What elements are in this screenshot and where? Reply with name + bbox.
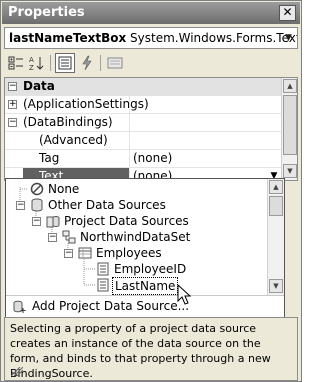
collapse-icon[interactable]: −: [48, 233, 57, 242]
object-name: lastNameTextBox: [9, 31, 127, 45]
collapse-icon[interactable]: −: [32, 217, 41, 226]
properties-icon: [58, 56, 72, 70]
tree-item-label: None: [48, 182, 80, 196]
alphabetical-button[interactable]: AZ: [27, 53, 47, 73]
property-value: [129, 114, 133, 131]
field-icon: [97, 262, 109, 276]
scroll-thumb[interactable]: [283, 95, 297, 155]
collapse-icon[interactable]: −: [8, 82, 17, 91]
svg-text:A: A: [29, 56, 34, 64]
properties-button[interactable]: [55, 53, 75, 73]
alphabetical-icon: AZ: [29, 56, 44, 72]
datasource-icon: [31, 198, 43, 212]
events-button[interactable]: [77, 53, 97, 73]
description-panel: Selecting a property of a project data s…: [4, 317, 298, 381]
categorized-button[interactable]: [6, 53, 26, 73]
collapse-icon[interactable]: −: [64, 249, 73, 258]
events-icon: [82, 55, 92, 71]
add-datasource-icon: [13, 300, 26, 313]
tree-item-other-data-sources[interactable]: − Other Data Sources: [6, 197, 256, 213]
tree-item-project-data-sources[interactable]: − Project Data Sources: [6, 213, 256, 229]
scroll-up-icon[interactable]: ▲: [269, 180, 283, 194]
property-value: [129, 96, 133, 113]
scroll-down-icon[interactable]: ▼: [283, 164, 297, 178]
collapse-icon[interactable]: −: [8, 118, 17, 127]
tree-item-label: Project Data Sources: [64, 214, 189, 228]
table-icon: [78, 247, 92, 259]
dataset-icon: [62, 230, 76, 244]
property-value: [129, 132, 133, 149]
window-title: Properties: [8, 5, 85, 20]
property-row-tag[interactable]: Tag (none): [5, 150, 282, 168]
property-grid: − Data + (ApplicationSettings) − (DataBi…: [4, 77, 298, 181]
tree-item-label: Employees: [96, 246, 162, 260]
property-name: (Advanced): [39, 133, 108, 147]
category-label: Data: [23, 79, 55, 93]
toolbar-separator: [100, 55, 101, 71]
tree-item-label: EmployeeID: [114, 262, 187, 276]
tree-item-last-name[interactable]: LastName: [6, 277, 256, 295]
tree-item-label: NorthwindDataSet: [80, 230, 191, 244]
tree-item-none[interactable]: None: [6, 181, 256, 197]
properties-window: Properties ✕ lastNameTextBox System.Wind…: [0, 0, 302, 382]
title-bar[interactable]: Properties ✕: [2, 2, 300, 24]
dropdown-scrollbar[interactable]: ▲ ▼: [267, 179, 284, 295]
resize-grip-icon[interactable]: [11, 367, 23, 377]
object-selector[interactable]: lastNameTextBox System.Windows.Forms.Tex…: [4, 27, 298, 49]
property-row-advanced[interactable]: (Advanced): [5, 132, 282, 150]
property-pages-button[interactable]: [105, 53, 125, 73]
scroll-down-icon[interactable]: ▼: [269, 279, 283, 293]
tree-item-northwind-dataset[interactable]: − NorthwindDataSet: [6, 229, 256, 245]
scroll-thumb[interactable]: [269, 196, 283, 216]
tree-item-employee-id[interactable]: EmployeeID: [6, 261, 256, 277]
none-icon: [30, 182, 44, 196]
grid-scrollbar[interactable]: ▲ ▼: [281, 78, 297, 180]
scroll-up-icon[interactable]: ▲: [283, 79, 297, 93]
property-row-application-settings[interactable]: + (ApplicationSettings): [5, 96, 282, 114]
toolbar-separator: [50, 55, 51, 71]
description-text: Selecting a property of a project data s…: [10, 322, 271, 380]
collapse-icon[interactable]: −: [16, 201, 25, 210]
toolbar: AZ: [4, 52, 298, 74]
category-row-data[interactable]: − Data: [5, 78, 282, 96]
datasource-tree: None − Other Data Sources − Project Data…: [6, 179, 268, 295]
datasource-dropdown: None − Other Data Sources − Project Data…: [5, 178, 285, 318]
property-row-data-bindings[interactable]: − (DataBindings): [5, 114, 282, 132]
add-project-data-source-link[interactable]: Add Project Data Source...: [6, 295, 284, 317]
mouse-cursor-icon: [177, 284, 192, 305]
tree-item-label: LastName: [112, 277, 179, 295]
property-name: Tag: [39, 151, 60, 165]
categorized-icon: [8, 56, 23, 70]
expand-icon[interactable]: +: [8, 100, 17, 109]
field-icon: [97, 278, 109, 292]
property-pages-icon: [107, 57, 123, 69]
tree-item-label: Other Data Sources: [48, 198, 166, 212]
object-type: System.Windows.Forms.TextBox: [130, 31, 297, 45]
property-value[interactable]: (none): [129, 150, 172, 167]
close-icon: ✕: [282, 5, 293, 19]
property-name: (DataBindings): [23, 115, 113, 129]
project-datasource-icon: [46, 216, 60, 228]
close-button[interactable]: ✕: [279, 5, 296, 21]
add-project-data-source-label: Add Project Data Source...: [32, 299, 190, 313]
svg-text:Z: Z: [29, 64, 34, 71]
chevron-down-icon[interactable]: ▼: [282, 29, 295, 47]
tree-item-employees[interactable]: − Employees: [6, 245, 256, 261]
